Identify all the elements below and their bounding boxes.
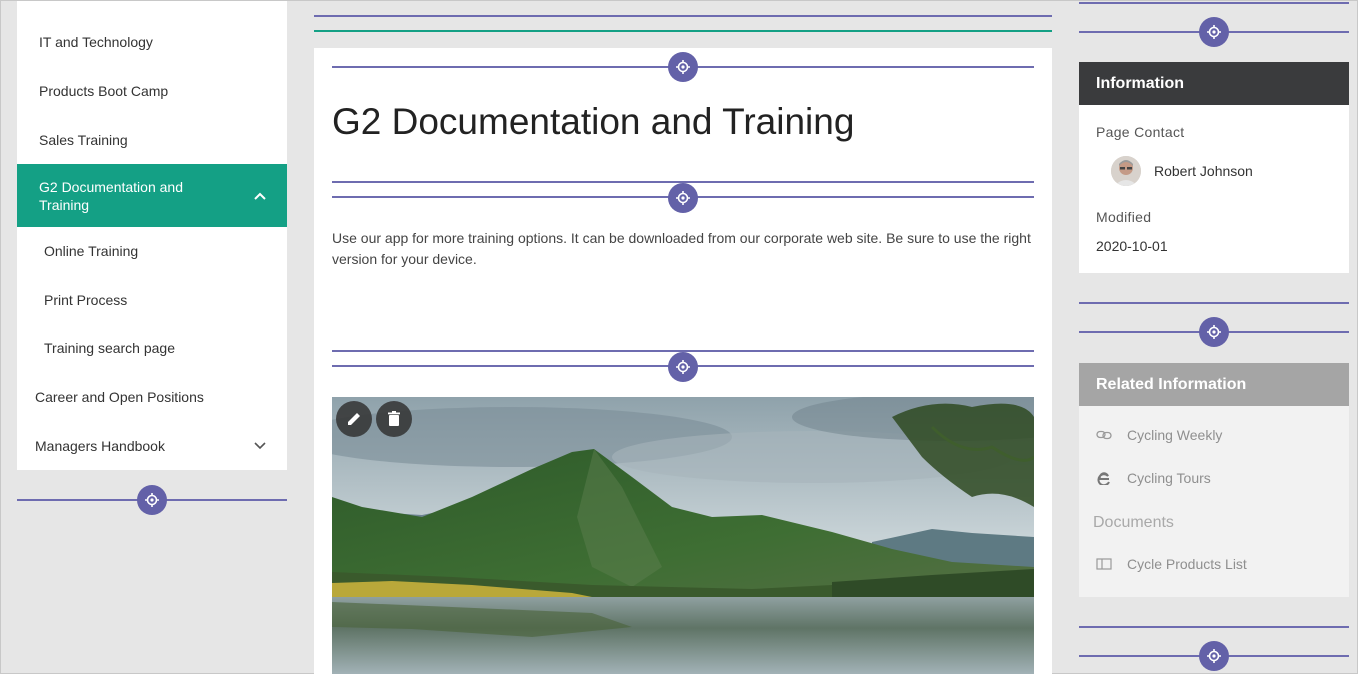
- nav-item-online-training[interactable]: Online Training: [17, 239, 287, 263]
- nav-item-label: IT and Technology: [39, 34, 153, 50]
- modified-label: Modified: [1096, 209, 1152, 225]
- drop-zone: [1079, 1, 1349, 47]
- nav-item-label: Career and Open Positions: [35, 389, 204, 405]
- landscape-image: [332, 397, 1034, 674]
- drop-zone: [332, 180, 1034, 216]
- nav-item-sales-training[interactable]: Sales Training: [17, 128, 287, 152]
- drop-zone-line: [1079, 302, 1349, 304]
- related-link-label: Cycling Weekly: [1127, 427, 1223, 443]
- drop-zone-line: [1079, 2, 1349, 4]
- nav-item-label: Sales Training: [39, 132, 128, 148]
- drop-zone: [332, 49, 1034, 85]
- delete-image-button[interactable]: [376, 401, 412, 437]
- chevron-down-icon[interactable]: [253, 439, 267, 453]
- nav-item-label: Managers Handbook: [35, 438, 165, 454]
- nav-item-it-and-technology[interactable]: IT and Technology: [17, 30, 287, 54]
- body-text: Use our app for more training options. I…: [332, 230, 1031, 267]
- hero-image[interactable]: [332, 397, 1034, 674]
- link-icon: [1095, 426, 1113, 444]
- document-icon: [1095, 555, 1113, 573]
- drag-handle-icon[interactable]: [1199, 17, 1229, 47]
- chevron-up-icon[interactable]: [253, 189, 267, 203]
- nav-item-managers-handbook[interactable]: Managers Handbook: [17, 434, 287, 458]
- related-link-cycling-tours[interactable]: Cycling Tours: [1095, 469, 1211, 487]
- nav-item-training-search-page[interactable]: Training search page: [17, 336, 287, 360]
- divider-line-accent: [314, 30, 1052, 32]
- edit-image-button[interactable]: [336, 401, 372, 437]
- pencil-icon: [348, 413, 360, 425]
- drop-zone: [332, 349, 1034, 385]
- nav-item-print-process[interactable]: Print Process: [17, 288, 287, 312]
- nav-item-label: Online Training: [44, 243, 139, 259]
- related-link-cycling-weekly[interactable]: Cycling Weekly: [1095, 426, 1222, 444]
- related-document-cycle-products-list[interactable]: Cycle Products List: [1095, 555, 1247, 573]
- drag-handle-icon[interactable]: [1199, 317, 1229, 347]
- drop-zone-line: [1079, 626, 1349, 628]
- information-header: Information: [1079, 62, 1349, 105]
- nav-item-label: Training search page: [44, 340, 176, 356]
- related-document-label: Cycle Products List: [1127, 556, 1247, 572]
- avatar[interactable]: [1111, 156, 1141, 186]
- divider-line: [314, 15, 1052, 17]
- drag-handle-icon[interactable]: [668, 52, 698, 82]
- drop-zone: [1079, 301, 1349, 347]
- information-panel: Information Page Contact Robert Johnson …: [1079, 62, 1349, 273]
- nav-item-label: Products Boot Camp: [39, 83, 169, 99]
- modified-value: 2020-10-01: [1096, 238, 1168, 254]
- left-navigation: IT and Technology Products Boot Camp Sal…: [17, 1, 287, 470]
- drag-handle-icon[interactable]: [137, 485, 167, 515]
- drag-handle-icon[interactable]: [668, 352, 698, 382]
- drop-zone: [1079, 625, 1349, 671]
- documents-section-label: Documents: [1093, 514, 1174, 531]
- drop-zone: [17, 482, 287, 518]
- edge-icon: [1095, 469, 1113, 487]
- related-link-label: Cycling Tours: [1127, 470, 1211, 486]
- nav-item-g2-documentation[interactable]: G2 Documentation and Training: [17, 164, 287, 227]
- related-information-header: Related Information: [1079, 363, 1349, 406]
- page-contact-label: Page Contact: [1096, 124, 1185, 140]
- contact-name[interactable]: Robert Johnson: [1154, 163, 1253, 179]
- nav-item-career-and-open-positions[interactable]: Career and Open Positions: [17, 385, 287, 409]
- drag-handle-icon[interactable]: [668, 183, 698, 213]
- nav-item-label: Print Process: [44, 292, 128, 308]
- page-title: G2 Documentation and Training: [332, 101, 855, 142]
- related-information-panel: Related Information Cycling Weekly Cycli…: [1079, 363, 1349, 597]
- nav-item-products-boot-camp[interactable]: Products Boot Camp: [17, 79, 287, 103]
- drag-handle-icon[interactable]: [1199, 641, 1229, 671]
- nav-item-label: G2 Documentation and Training: [39, 178, 183, 213]
- trash-icon: [388, 411, 400, 426]
